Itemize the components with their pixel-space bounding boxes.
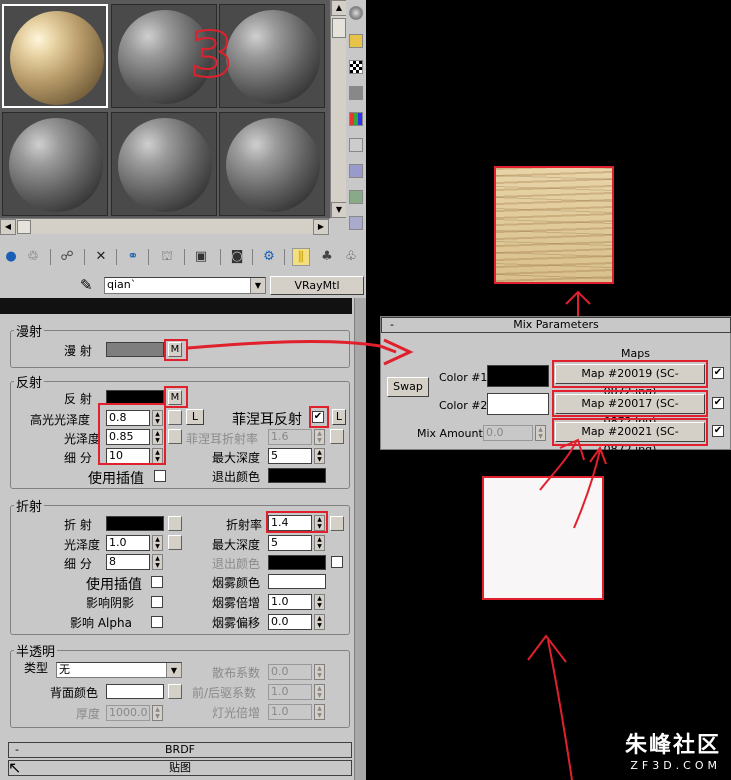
annotation-arrow-wood bbox=[565, 290, 591, 316]
annotation-arrows bbox=[187, 290, 607, 780]
annotation-arrowhead bbox=[383, 338, 414, 366]
annotation-arrow-color2 bbox=[539, 438, 585, 491]
annotation-arrow-diffuse bbox=[187, 340, 397, 354]
watermark-logo: 朱峰社区 ZF3D.COM bbox=[625, 727, 721, 772]
watermark-url: ZF3D.COM bbox=[630, 759, 721, 772]
annotation-arrow-mix bbox=[573, 445, 607, 529]
annotation-arrow-bottom bbox=[527, 634, 573, 780]
watermark-brand: 朱峰社区 bbox=[624, 733, 721, 758]
